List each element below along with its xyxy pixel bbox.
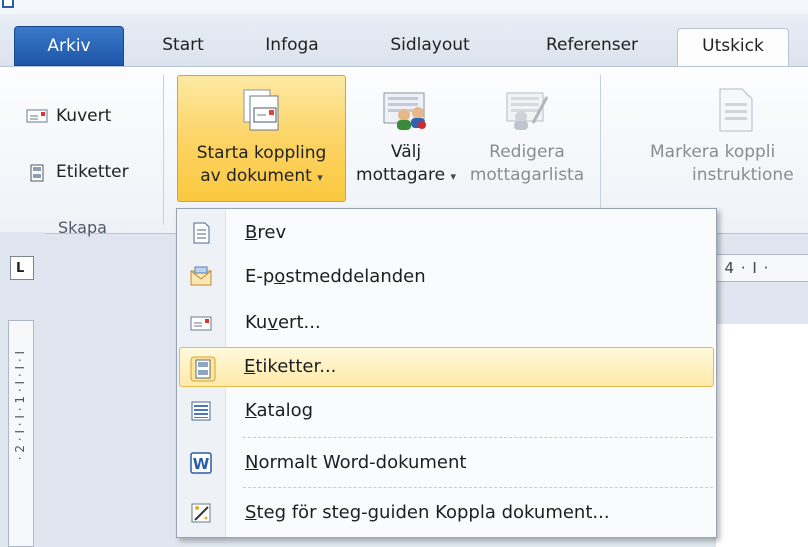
menu-item-email[interactable]: E-postmeddelanden <box>179 257 714 297</box>
tab-referenser[interactable]: Referenser <box>524 28 660 66</box>
word-document-icon: W <box>189 451 213 475</box>
recipients-icon <box>382 87 430 133</box>
menu-item-label: Katalog <box>245 400 314 421</box>
envelope-icon <box>26 108 48 124</box>
menu-item-label: E-postmeddelanden <box>245 266 426 287</box>
envelope-button[interactable]: Kuvert <box>26 101 111 131</box>
tab-start[interactable]: Start <box>148 28 218 66</box>
chevron-down-icon: ▾ <box>450 170 456 183</box>
horizontal-ruler-marks: · 4 · I · <box>713 259 770 277</box>
select-recipients-label-1: Välj <box>390 142 422 162</box>
edit-recipient-list-button[interactable]: Redigera mottagarlista <box>462 75 592 202</box>
labels-button[interactable]: Etiketter <box>26 157 129 187</box>
start-mail-merge-icon <box>238 88 286 134</box>
tab-arkiv[interactable]: Arkiv <box>14 26 124 66</box>
wizard-icon <box>189 501 213 525</box>
word-app-icon[interactable] <box>2 0 14 8</box>
vertical-ruler[interactable]: · 2 · I · I · 1 · I · I · I <box>8 320 34 547</box>
start-mail-merge-button[interactable]: Starta koppling av dokument ▾ <box>177 75 346 202</box>
menu-item-label: Steg för steg-guiden Koppla dokument... <box>245 502 610 523</box>
edit-list-icon <box>503 87 551 133</box>
quick-access-bar <box>0 0 808 14</box>
menu-item-label: Brev <box>245 222 287 243</box>
menu-item-labels[interactable]: Etiketter... <box>179 347 714 387</box>
chevron-down-icon: ▾ <box>317 171 323 184</box>
tab-utskick[interactable]: Utskick <box>677 28 789 66</box>
start-mail-merge-label-1: Starta koppling <box>196 143 327 163</box>
directory-icon <box>189 399 213 423</box>
document-page[interactable] <box>716 324 808 547</box>
menu-item-label: Kuvert... <box>245 312 321 333</box>
group-separator <box>163 75 164 225</box>
select-recipients-button[interactable]: Välj mottagare ▾ <box>350 75 462 202</box>
labels-label: Etiketter <box>56 162 129 182</box>
edit-list-label-2: mottagarlista <box>469 165 585 185</box>
envelope-icon <box>189 311 213 335</box>
tab-selector[interactable]: L <box>10 256 34 280</box>
group-label-skapa: Skapa <box>58 218 107 237</box>
labels-sheet-icon <box>190 356 216 382</box>
menu-separator <box>243 487 713 488</box>
email-icon <box>189 265 213 289</box>
highlight-fields-label-1: Markera koppli <box>650 142 776 162</box>
group-separator <box>600 75 601 225</box>
menu-item-envelopes[interactable]: Kuvert... <box>179 303 714 343</box>
tab-sidlayout[interactable]: Sidlayout <box>374 28 486 66</box>
highlight-fields-label-2: instruktione <box>692 165 794 185</box>
vertical-ruler-marks: · 2 · I · I · 1 · I · I · I <box>13 351 27 461</box>
menu-item-label: Etiketter... <box>244 356 337 377</box>
menu-separator <box>243 437 713 438</box>
select-recipients-label-2: mottagare <box>356 165 446 185</box>
envelope-label: Kuvert <box>56 106 112 126</box>
menu-item-step-by-step-wizard[interactable]: Steg för steg-guiden Koppla dokument... <box>179 493 714 533</box>
menu-item-directory[interactable]: Katalog <box>179 391 714 431</box>
tab-stop-icon: L <box>16 261 25 276</box>
start-mail-merge-menu: Brev E-postmeddelanden Kuvert... Etikett… <box>176 208 717 538</box>
labels-icon <box>26 164 48 182</box>
menu-item-normal-word-document[interactable]: W Normalt Word-dokument <box>179 443 714 483</box>
ribbon-tab-row: Arkiv Start Infoga Sidlayout Referenser … <box>0 14 808 66</box>
letter-icon <box>189 221 213 245</box>
start-mail-merge-label-2: av dokument <box>200 166 312 186</box>
highlight-fields-icon <box>712 87 760 133</box>
svg-text:W: W <box>193 455 210 473</box>
menu-item-label: Normalt Word-dokument <box>245 452 467 473</box>
tab-infoga[interactable]: Infoga <box>250 28 334 66</box>
menu-item-letters[interactable]: Brev <box>179 213 714 253</box>
edit-list-label-1: Redigera <box>489 142 565 162</box>
highlight-merge-fields-button[interactable]: Markera koppli instruktione <box>640 75 808 202</box>
